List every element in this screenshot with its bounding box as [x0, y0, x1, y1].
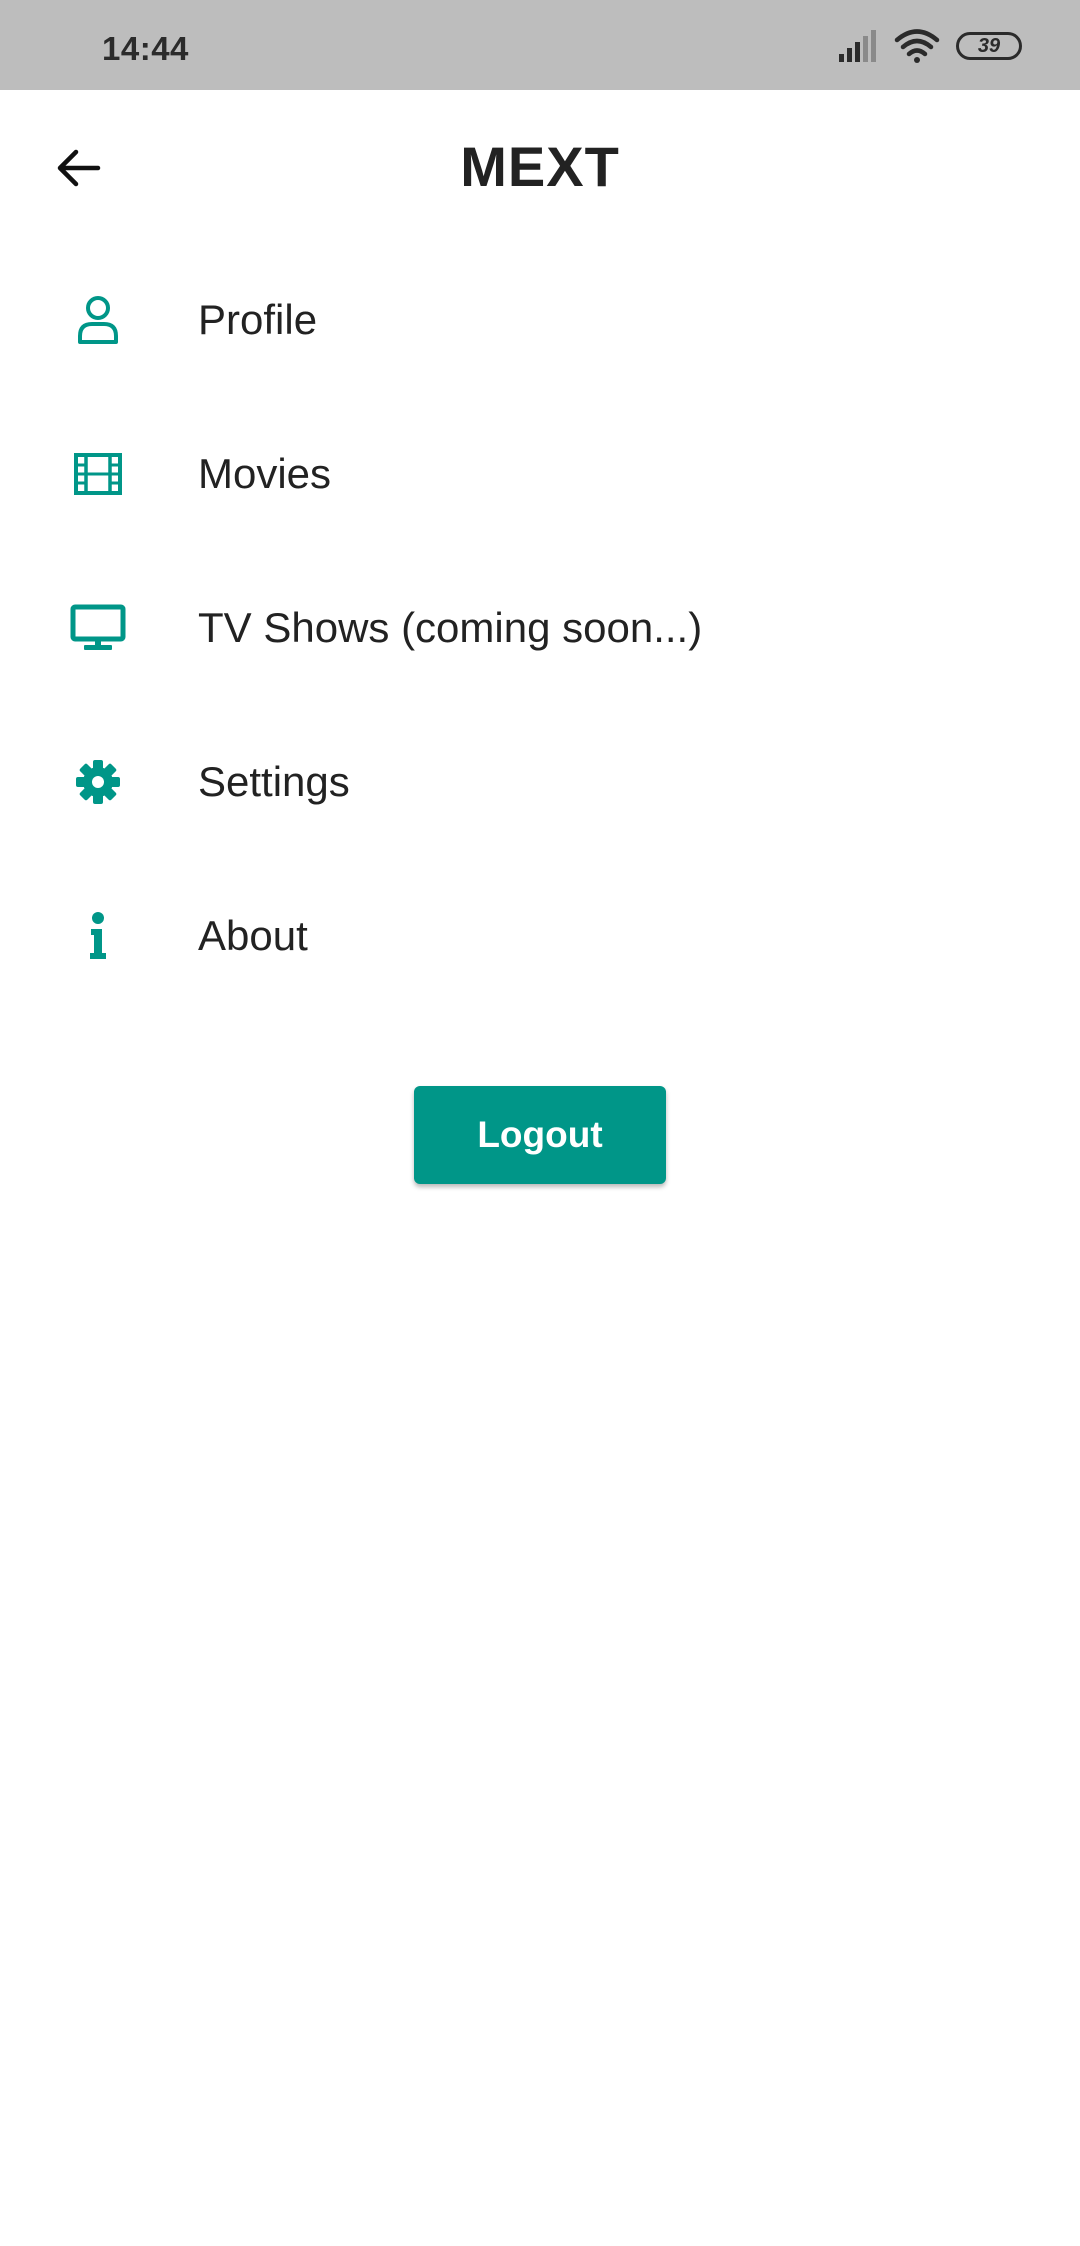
battery-icon: 39 [956, 32, 1022, 60]
app-bar: MEXT [0, 90, 1080, 246]
wifi-icon [894, 29, 940, 63]
menu-item-settings[interactable]: Settings [0, 705, 1080, 859]
gear-icon [70, 754, 126, 810]
info-icon [70, 908, 126, 964]
menu-item-label: About [198, 912, 308, 959]
status-time: 14:44 [102, 30, 189, 67]
signal-icon [839, 30, 876, 62]
menu-item-about[interactable]: About [0, 859, 1080, 1013]
menu-item-movies[interactable]: Movies [0, 397, 1080, 551]
tv-icon [70, 600, 126, 656]
film-icon [70, 446, 126, 502]
person-icon [70, 292, 126, 348]
logout-button[interactable]: Logout [414, 1086, 666, 1184]
menu-list: Profile Movies TV Shows (coming soon...)… [0, 243, 1080, 1013]
menu-item-label: TV Shows (coming soon...) [198, 604, 703, 651]
status-bar: 14:44 39 [0, 0, 1080, 90]
menu-item-label: Profile [198, 296, 318, 343]
menu-item-tv-shows[interactable]: TV Shows (coming soon...) [0, 551, 1080, 705]
menu-item-profile[interactable]: Profile [0, 243, 1080, 397]
menu-item-label: Settings [198, 758, 350, 805]
page-title: MEXT [460, 135, 620, 198]
menu-item-label: Movies [198, 450, 332, 497]
status-icons: 39 [837, 28, 1022, 64]
logout-container: Logout [0, 1086, 1080, 1184]
